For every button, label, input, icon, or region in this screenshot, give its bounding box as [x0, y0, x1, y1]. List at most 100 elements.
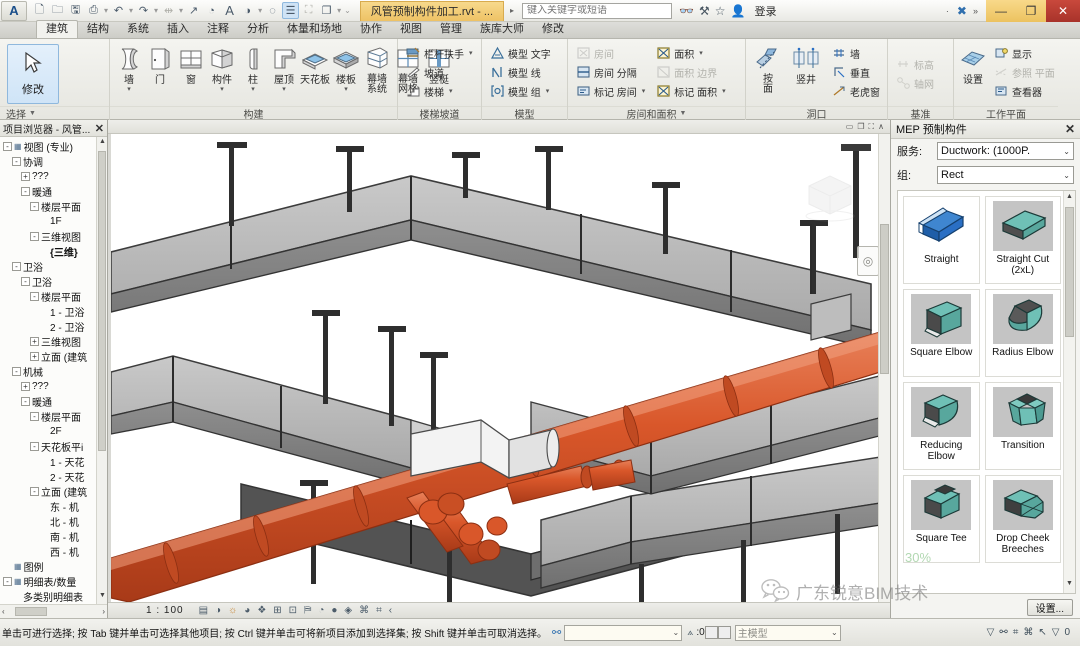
search-input[interactable] [527, 5, 668, 16]
chevron-down-icon[interactable]: ▼ [29, 110, 36, 117]
tab-massing-site[interactable]: 体量和场地 [278, 21, 351, 38]
opening-by-face-button[interactable]: 按 面 [750, 42, 786, 95]
tree-item[interactable]: - 暖通 [0, 184, 107, 199]
area-boundary-button[interactable]: 面积 边界 [652, 63, 728, 81]
reference-plane-button[interactable]: 参照 平面 [990, 63, 1058, 81]
chevron-down-icon[interactable]: ⌄ [1060, 147, 1070, 156]
tree-item[interactable]: - ▦ 明细表/数量 [0, 574, 107, 589]
browser-horizontal-scrollbar[interactable]: ‹ › [0, 604, 107, 618]
tree-item[interactable]: 2F [0, 424, 107, 439]
room-separator-button[interactable]: 房间 分隔 [572, 63, 648, 81]
navigation-wheel-icon[interactable]: ◎ [857, 246, 879, 276]
collapse-icon[interactable]: - [30, 292, 39, 301]
component-button[interactable]: 构件 ▾ [207, 42, 237, 93]
chevron-down-icon[interactable]: ▾ [722, 87, 726, 95]
room-button[interactable]: 房间 [572, 44, 648, 62]
close-icon[interactable]: ✕ [1065, 122, 1075, 136]
tab-view[interactable]: 视图 [391, 21, 431, 38]
tree-item[interactable]: 2 - 卫浴 [0, 319, 107, 334]
collapse-icon[interactable]: - [30, 442, 39, 451]
measure-icon[interactable]: ⇹ [160, 2, 177, 19]
temporary-hide-isolate-icon[interactable]: ◔ [318, 605, 324, 616]
filter-icon[interactable]: ▽ [1052, 627, 1060, 638]
roof-button[interactable]: 屋顶 ▾ [269, 42, 299, 93]
new-file-icon[interactable]: 🗋 [31, 2, 48, 19]
chevron-down-icon[interactable]: ⌄ [831, 628, 838, 637]
chevron-down-icon[interactable]: ▼ [680, 110, 687, 117]
tree-item[interactable]: 1F [0, 214, 107, 229]
viewer-button[interactable]: 查看器 [990, 82, 1058, 100]
project-browser-tree[interactable]: - ▦ 视图 (专业) - 协调 +??? - 暖通 - 楼层平面 1F - 三维视图 {三维} - 卫浴 - 卫… [0, 137, 107, 604]
more-icon[interactable]: » [973, 6, 978, 16]
scrollbar-thumb[interactable] [1065, 207, 1074, 337]
modify-button[interactable]: 修改 [7, 44, 59, 104]
grid-button[interactable]: 轴网 [892, 74, 937, 92]
service-dropdown[interactable]: Ductwork: (1000P. ⌄ [937, 142, 1074, 160]
expand-icon[interactable]: + [21, 382, 30, 391]
settings-button[interactable]: 设置... [1026, 598, 1073, 616]
select-underlay-icon[interactable]: ⌗ [1013, 627, 1019, 638]
select-links-icon[interactable]: ⚯ [999, 627, 1007, 638]
signin-label[interactable]: 登录 [754, 3, 776, 19]
vertical-opening-button[interactable]: 垂直 [828, 63, 883, 81]
text-icon[interactable]: A [221, 2, 238, 19]
tree-item[interactable]: {三维} [0, 244, 107, 259]
chevron-down-icon[interactable]: ⌄ [1060, 171, 1070, 180]
tree-item[interactable]: 南 - 机 [0, 529, 107, 544]
chevron-down-icon[interactable]: ▾ [469, 49, 473, 57]
tree-item[interactable]: + 三维视图 [0, 334, 107, 349]
expand-icon[interactable]: + [21, 172, 30, 181]
wall-opening-button[interactable]: 墙 [828, 44, 883, 62]
expand-icon[interactable]: + [30, 352, 39, 361]
exchange-icon[interactable]: ⚒ [699, 4, 710, 18]
ramp-button[interactable]: 坡道 [402, 63, 476, 81]
ceiling-button[interactable]: 天花板 [300, 42, 330, 86]
collapse-icon[interactable]: - [21, 397, 30, 406]
workset-field[interactable]: ⌄ [564, 624, 683, 641]
scrollbar-thumb[interactable] [880, 224, 889, 374]
tab-architecture[interactable]: 建筑 [36, 20, 78, 38]
tab-insert[interactable]: 插入 [158, 21, 198, 38]
chevron-down-icon[interactable]: ▾ [282, 86, 286, 93]
parts-grid-scrollbar[interactable]: ▲ ▼ [1063, 191, 1075, 593]
maximize-view-icon[interactable]: ⛶ [869, 122, 875, 132]
column-button[interactable]: 柱 ▾ [238, 42, 268, 93]
tree-item[interactable]: ▦ 图例 [0, 559, 107, 574]
tab-annotate[interactable]: 注释 [198, 21, 238, 38]
model-text-button[interactable]: 模型 文字 [486, 44, 554, 62]
area-button[interactable]: 面积 ▾ [652, 44, 728, 62]
minimize-view-icon[interactable]: ▭ [846, 122, 854, 131]
tab-systems[interactable]: 系统 [118, 21, 158, 38]
collapse-icon[interactable]: - [12, 262, 21, 271]
document-title-tab[interactable]: 风管预制构件加工.rvt - ... [359, 0, 505, 21]
close-icon[interactable]: ✕ [95, 122, 104, 135]
tree-item[interactable]: - 立面 (建筑 [0, 484, 107, 499]
chevron-down-icon[interactable]: ⌄ [673, 628, 680, 637]
sun-path-icon[interactable]: ☼ [228, 605, 237, 616]
collapse-icon[interactable]: - [12, 367, 21, 376]
more-view-controls-icon[interactable]: ‹ [389, 605, 392, 616]
visual-style-icon[interactable]: ◑ [215, 605, 221, 616]
reveal-hidden-elements-icon[interactable]: ● [331, 605, 337, 616]
window-button[interactable]: 窗 [176, 42, 206, 86]
view-vertical-scrollbar[interactable] [878, 134, 890, 602]
user-account-icon[interactable]: 👤 [731, 4, 746, 18]
tree-item[interactable]: 西 - 机 [0, 544, 107, 559]
temporary-view-properties-icon[interactable]: ◈ [344, 605, 352, 616]
scrollbar-thumb[interactable] [14, 607, 47, 616]
dormer-opening-button[interactable]: 老虎窗 [828, 82, 883, 100]
collapse-icon[interactable]: - [30, 232, 39, 241]
exclude-options-icon[interactable]: ▽ [987, 627, 995, 638]
maximize-button[interactable]: ❐ [1016, 0, 1046, 22]
collapse-icon[interactable]: - [30, 202, 39, 211]
floor-button[interactable]: 楼板 ▾ [331, 42, 361, 93]
scrollbar-thumb[interactable] [98, 151, 106, 451]
collapse-icon[interactable]: - [3, 577, 12, 586]
select-pinned-icon[interactable]: ⌘ [1023, 627, 1033, 638]
switch-windows-icon[interactable]: ❐ [318, 2, 335, 19]
tree-item[interactable]: - 卫浴 [0, 259, 107, 274]
expand-icon[interactable]: + [30, 337, 39, 346]
redo-icon[interactable]: ↷ [135, 2, 152, 19]
view-scale-label[interactable]: 1 : 100 [146, 605, 184, 616]
part-straight-cut-2xl[interactable]: Straight Cut (2xL) [984, 196, 1061, 284]
